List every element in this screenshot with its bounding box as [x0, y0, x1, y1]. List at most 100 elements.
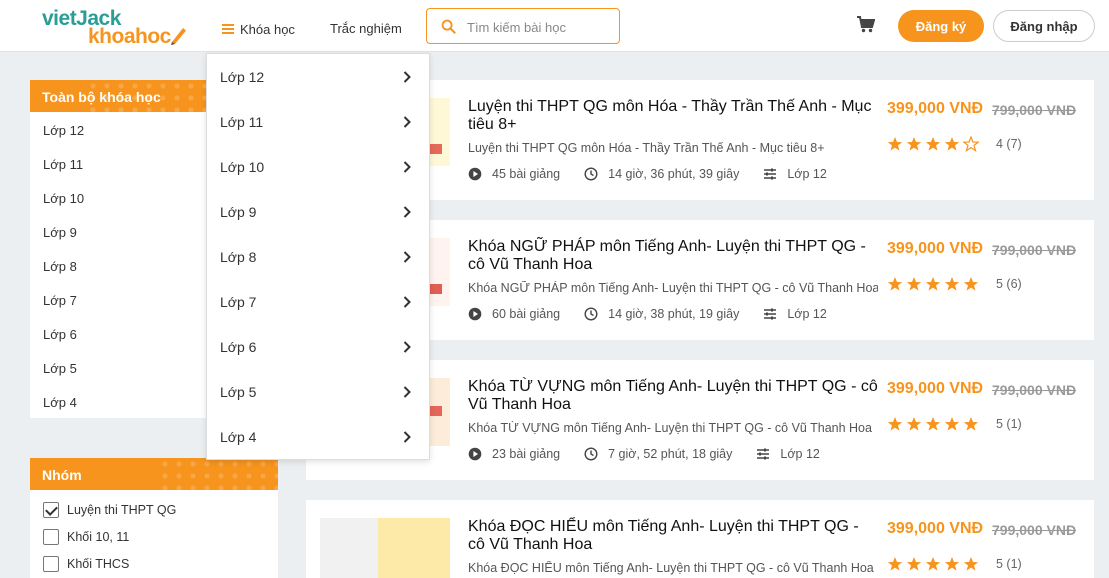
course-title[interactable]: Khóa ĐỌC HIỂU môn Tiếng Anh- Luyện thi T… [468, 518, 878, 554]
duration-label: 14 giờ, 36 phút, 39 giây [608, 167, 740, 181]
nav-quiz-link[interactable]: Trắc nghiệm [330, 21, 402, 36]
dropdown-item-label: Lớp 5 [220, 383, 257, 400]
group-checkbox[interactable] [43, 555, 59, 572]
grade-label: Lớp 12 [787, 307, 827, 321]
play-icon [468, 447, 482, 461]
course-title[interactable]: Khóa NGỮ PHÁP môn Tiếng Anh- Luyện thi T… [468, 238, 878, 274]
category-item-lop-7[interactable]: Lớp 7 [30, 284, 206, 318]
category-item-lop-12[interactable]: Lớp 12 [30, 114, 206, 148]
course-price: 399,000 VNĐ [887, 520, 984, 537]
lessons-label: 60 bài giảng [492, 307, 561, 321]
group-label: Khối 10, 11 [67, 529, 130, 544]
star-filled-icon [925, 137, 941, 151]
category-item-lop-6[interactable]: Lớp 6 [30, 318, 206, 352]
play-icon [468, 167, 482, 181]
cart-icon[interactable] [857, 16, 875, 33]
category-item-lop-5[interactable]: Lớp 5 [30, 352, 206, 386]
course-rating: 4 (7) [887, 136, 1022, 152]
grade-label: Lớp 12 [780, 447, 820, 461]
lessons-count: 60 bài giảng [468, 307, 560, 321]
nav-courses-label: Khóa học [240, 21, 295, 37]
sliders-icon [764, 168, 777, 180]
lessons-label: 45 bài giảng [492, 167, 561, 181]
dropdown-item-lop-6[interactable]: Lớp 6 [207, 324, 429, 369]
star-filled-icon [925, 557, 941, 571]
dropdown-item-lop-10[interactable]: Lớp 10 [207, 144, 429, 189]
course-rating: 5 (6) [887, 276, 1022, 292]
group-label: Khối THCS [67, 556, 130, 571]
courses-dropdown-menu: Lớp 12 Lớp 11 Lớp 10 Lớp 9 Lớp 8 Lớp 7 L… [206, 53, 430, 460]
course-meta: 23 bài giảng 7 giờ, 52 phút, 18 giây Lớp… [468, 446, 844, 462]
nav-courses-menu[interactable]: Khóa học [222, 19, 295, 39]
course-title[interactable]: Khóa TỪ VỰNG môn Tiếng Anh- Luyện thi TH… [468, 378, 878, 414]
category-item-lop-4[interactable]: Lớp 4 [30, 386, 206, 420]
group-item-khoi-thcs[interactable]: Khối THCS [30, 550, 278, 577]
grade-label: Lớp 12 [787, 167, 827, 181]
dropdown-item-lop-7[interactable]: Lớp 7 [207, 279, 429, 324]
clock-icon [584, 307, 598, 321]
chevron-right-icon [403, 250, 411, 263]
course-grade: Lớp 12 [756, 447, 820, 461]
rating-text: 5 (1) [996, 557, 1022, 571]
category-item-lop-11[interactable]: Lớp 11 [30, 148, 206, 182]
course-meta: 45 bài giảng 14 giờ, 36 phút, 39 giây Lớ… [468, 166, 851, 182]
login-button[interactable]: Đăng nhập [993, 10, 1095, 42]
site-logo[interactable]: vietJack khoahoc [40, 6, 190, 48]
course-old-price: 799,000 VNĐ [992, 102, 1077, 118]
category-item-lop-9[interactable]: Lớp 9 [30, 216, 206, 250]
course-title[interactable]: Luyện thi THPT QG môn Hóa - Thầy Trần Th… [468, 98, 878, 134]
lessons-count: 45 bài giảng [468, 167, 560, 181]
star-filled-icon [944, 277, 960, 291]
dropdown-item-lop-11[interactable]: Lớp 11 [207, 99, 429, 144]
duration-label: 7 giờ, 52 phút, 18 giây [608, 447, 733, 461]
register-button[interactable]: Đăng ký [898, 10, 984, 42]
dropdown-item-label: Lớp 12 [220, 68, 265, 85]
chevron-right-icon [403, 295, 411, 308]
rating-text: 5 (6) [996, 277, 1022, 291]
course-old-price: 799,000 VNĐ [992, 382, 1077, 398]
course-subtitle: Luyện thi THPT QG môn Hóa - Thầy Trần Th… [468, 141, 825, 155]
star-filled-icon [887, 277, 903, 291]
duration-label: 14 giờ, 38 phút, 19 giây [608, 307, 740, 321]
category-item-lop-10[interactable]: Lớp 10 [30, 182, 206, 216]
menu-icon [222, 24, 234, 34]
chevron-right-icon [403, 385, 411, 398]
pencil-icon [171, 28, 186, 45]
star-filled-icon [963, 277, 979, 291]
dropdown-item-lop-9[interactable]: Lớp 9 [207, 189, 429, 234]
search-input[interactable] [467, 17, 612, 37]
group-item-thpt-qg[interactable]: Luyện thi THPT QG [30, 496, 278, 523]
dropdown-item-lop-5[interactable]: Lớp 5 [207, 369, 429, 414]
star-filled-icon [887, 557, 903, 571]
star-filled-icon [944, 137, 960, 151]
course-rating: 5 (1) [887, 416, 1022, 432]
logo-text-bottom: khoahoc [88, 25, 171, 48]
course-duration: 14 giờ, 36 phút, 39 giây [584, 167, 739, 181]
group-item-khoi-10-11[interactable]: Khối 10, 11 [30, 523, 278, 550]
star-filled-icon [925, 417, 941, 431]
search-icon[interactable] [441, 19, 456, 34]
dropdown-item-label: Lớp 8 [220, 248, 257, 265]
star-filled-icon [963, 557, 979, 571]
star-filled-icon [906, 417, 922, 431]
group-list: Luyện thi THPT QG Khối 10, 11 Khối THCS [30, 490, 278, 577]
course-card[interactable]: Khóa ĐỌC HIỂU môn Tiếng Anh- Luyện thi T… [306, 500, 1094, 578]
sliders-icon [764, 308, 777, 320]
dropdown-item-label: Lớp 9 [220, 203, 257, 220]
dropdown-item-lop-8[interactable]: Lớp 8 [207, 234, 429, 279]
chevron-right-icon [403, 430, 411, 443]
course-thumbnail[interactable] [320, 518, 450, 578]
top-header: vietJack khoahoc Khóa học Trắc nghiệm Đă… [0, 0, 1109, 52]
dropdown-item-label: Lớp 7 [220, 293, 257, 310]
category-item-lop-8[interactable]: Lớp 8 [30, 250, 206, 284]
dropdown-item-lop-12[interactable]: Lớp 12 [207, 54, 429, 99]
group-checkbox[interactable] [43, 528, 59, 545]
star-filled-icon [944, 557, 960, 571]
course-rating: 5 (1) [887, 556, 1022, 572]
lessons-label: 23 bài giảng [492, 447, 561, 461]
course-subtitle: Khóa ĐỌC HIỂU môn Tiếng Anh- Luyện thi T… [468, 561, 874, 575]
clock-icon [584, 167, 598, 181]
dropdown-item-lop-4[interactable]: Lớp 4 [207, 414, 429, 459]
group-checkbox[interactable] [43, 501, 59, 518]
clock-icon [584, 447, 598, 461]
